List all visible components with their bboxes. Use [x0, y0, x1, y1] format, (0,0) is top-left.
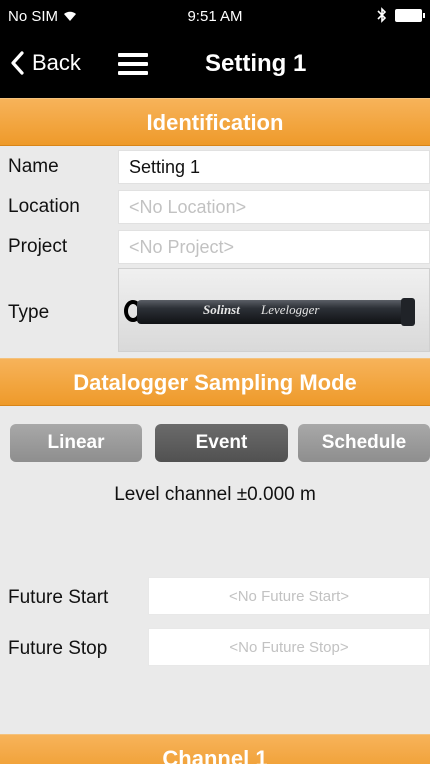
nav-bar: Back Setting 1 [0, 34, 430, 98]
bluetooth-icon [377, 7, 387, 23]
mode-linear-button[interactable]: Linear [10, 424, 142, 462]
device-type-selector[interactable]: Solinst Levelogger [118, 268, 430, 352]
future-start-field[interactable] [148, 577, 430, 615]
project-row: Project [0, 228, 430, 264]
status-bar: No SIM 9:51 AM [0, 0, 430, 34]
name-field[interactable] [118, 150, 430, 184]
device-model: Levelogger [260, 302, 320, 317]
project-label: Project [8, 236, 68, 257]
location-field[interactable] [118, 190, 430, 224]
back-button[interactable]: Back [10, 50, 81, 76]
battery-icon [395, 8, 425, 22]
status-time: 9:51 AM [187, 8, 243, 25]
back-label: Back [32, 50, 81, 75]
device-brand: Solinst [203, 302, 240, 317]
mode-schedule-button[interactable]: Schedule [298, 424, 430, 462]
location-label: Location [8, 196, 80, 217]
page-title: Setting 1 [205, 50, 307, 77]
levelogger-device-image: Solinst Levelogger [124, 298, 415, 326]
type-label: Type [8, 302, 50, 323]
project-field[interactable] [118, 230, 430, 264]
hamburger-icon[interactable] [118, 53, 148, 75]
chevron-left-icon [11, 51, 24, 75]
future-stop-field[interactable] [148, 628, 430, 666]
future-stop-label: Future Stop [8, 638, 108, 659]
name-label: Name [8, 156, 59, 177]
location-row: Location [0, 188, 430, 224]
status-right [377, 7, 425, 23]
level-channel-info: Level channel ±0.000 m [114, 484, 316, 505]
mode-event-button[interactable]: Event [155, 424, 288, 462]
sampling-mode-header: Datalogger Sampling Mode [0, 358, 430, 406]
channel-1-header: Channel 1 [0, 734, 430, 764]
name-row: Name [0, 148, 430, 184]
identification-header: Identification [0, 98, 430, 146]
future-start-label: Future Start [8, 587, 109, 608]
